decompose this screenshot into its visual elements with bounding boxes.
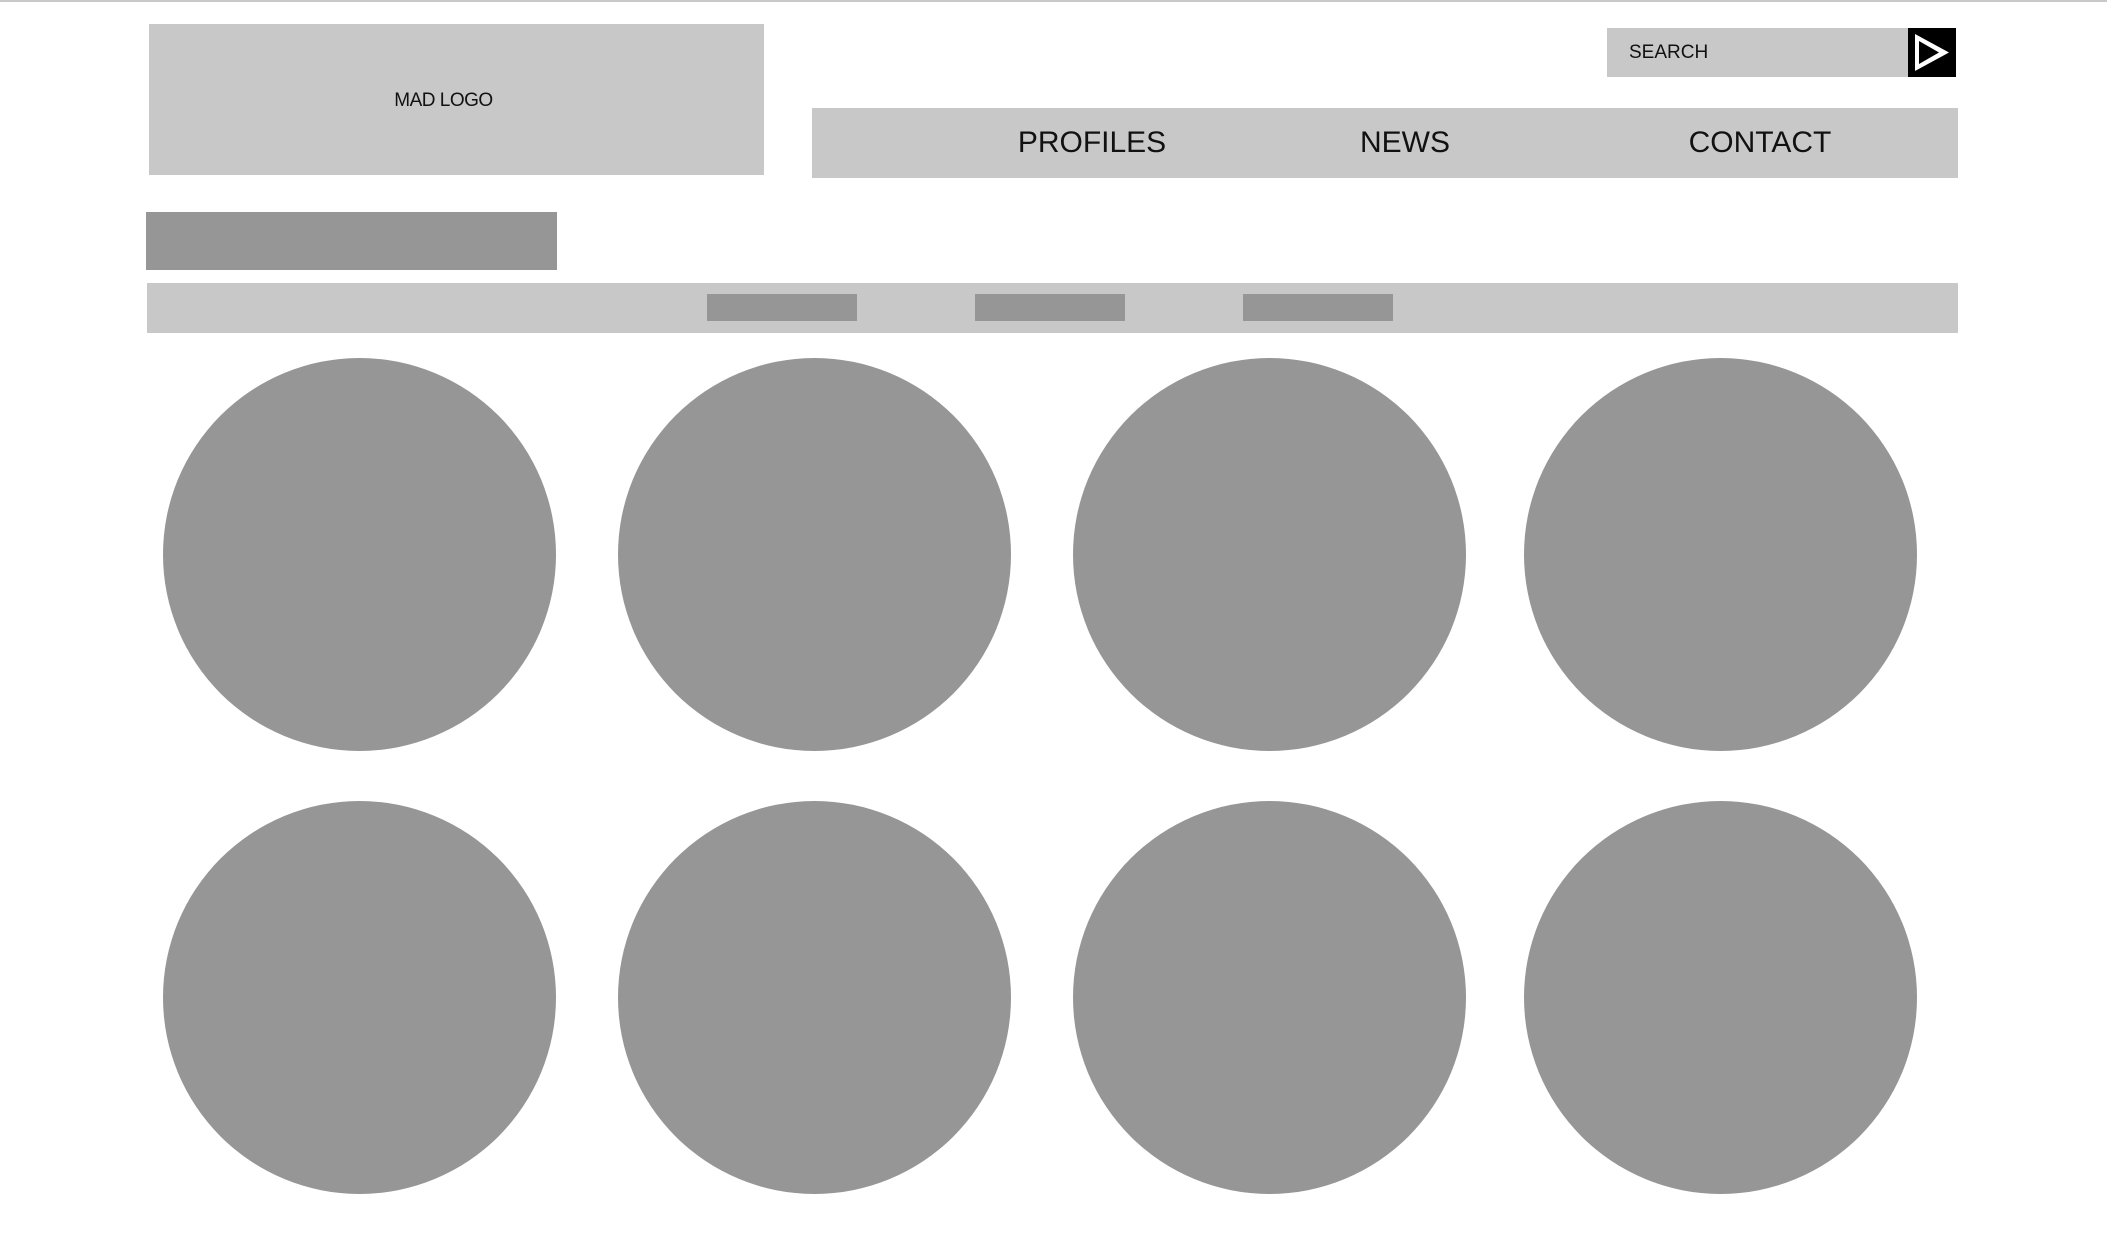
- filter-tab-1[interactable]: [707, 294, 857, 321]
- page-title-placeholder: [146, 212, 557, 270]
- filter-tab-2[interactable]: [975, 294, 1125, 321]
- profile-avatar-3[interactable]: [1073, 358, 1466, 751]
- top-divider: [0, 0, 2107, 2]
- play-triangle-icon: [1915, 34, 1949, 71]
- site-logo[interactable]: MAD LOGO: [149, 24, 764, 175]
- search-input[interactable]: SEARCH: [1607, 28, 1908, 77]
- filter-tab-3[interactable]: [1243, 294, 1393, 321]
- nav-item-contact[interactable]: CONTACT: [1660, 108, 1860, 178]
- profile-avatar-6[interactable]: [618, 801, 1011, 1194]
- search-placeholder: SEARCH: [1629, 41, 1709, 63]
- profile-avatar-7[interactable]: [1073, 801, 1466, 1194]
- logo-text: MAD LOGO: [394, 89, 493, 111]
- nav-item-news[interactable]: NEWS: [1320, 108, 1490, 178]
- profile-avatar-8[interactable]: [1524, 801, 1917, 1194]
- profile-avatar-5[interactable]: [163, 801, 556, 1194]
- search-submit-button[interactable]: [1908, 28, 1956, 77]
- profile-avatar-1[interactable]: [163, 358, 556, 751]
- filter-bar: [147, 283, 1958, 333]
- nav-item-profiles[interactable]: PROFILES: [972, 108, 1212, 178]
- profile-avatar-2[interactable]: [618, 358, 1011, 751]
- main-nav: PROFILES NEWS CONTACT: [812, 108, 1958, 178]
- profile-avatar-4[interactable]: [1524, 358, 1917, 751]
